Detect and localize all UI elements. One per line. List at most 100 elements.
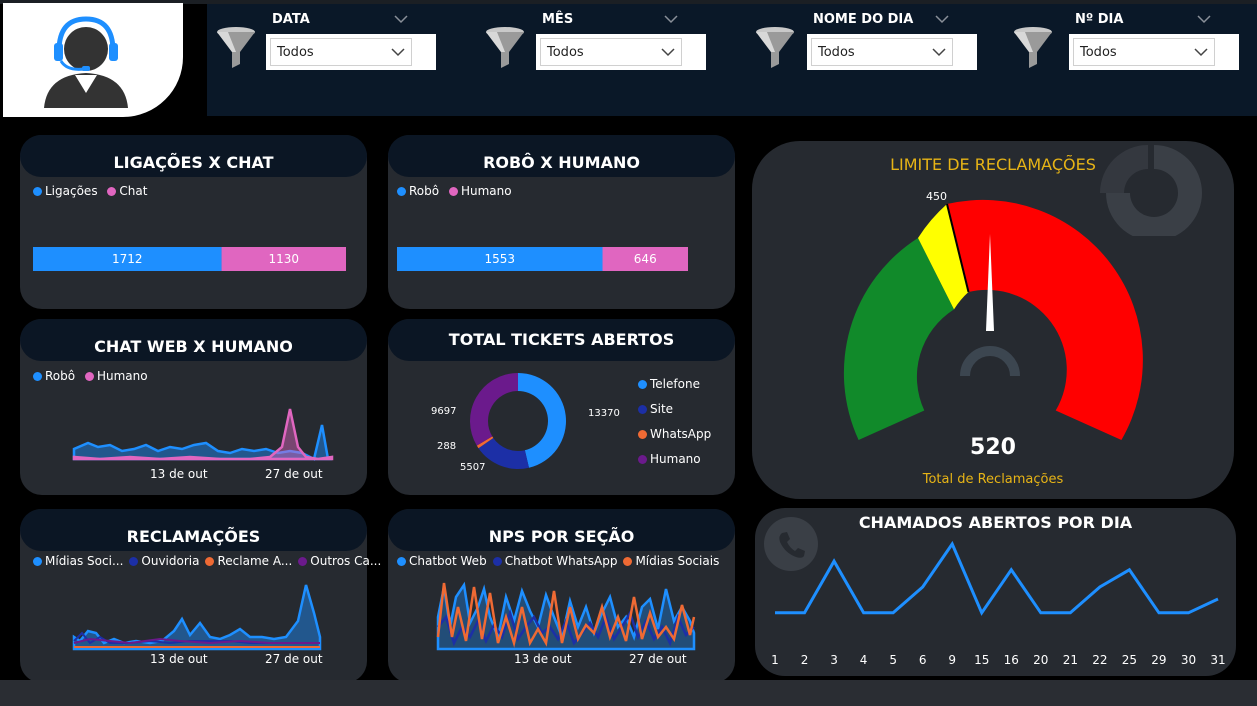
filter-label: NOME DO DIA [813,12,914,27]
area-chart [436,581,696,651]
filter-dropdown[interactable]: Todos [270,38,412,66]
series-line [775,540,1219,616]
card-title: CHAMADOS ABERTOS POR DIA [858,513,1133,532]
chart-legend: Robô Humano [33,369,154,383]
legend-entry: Reclame A... [217,554,293,568]
chevron-down-icon[interactable] [394,14,408,24]
filter-slicer-3: Nº DIA Todos [1069,12,1239,72]
x-tick-label: 4 [860,653,868,667]
legend-marker [205,557,215,566]
legend-marker [638,455,647,464]
legend-entry: Chatbot Web [409,554,487,568]
chart-legend: Mídias Soci... Ouvidoria Reclame A... Outro… [33,554,387,568]
filter-label: MÊS [542,12,574,27]
legend-entry: Robô [45,369,76,383]
x-tick-label: 15 [974,653,989,667]
x-tick-label: 6 [919,653,927,667]
x-tick-label: 27 de out [265,652,323,666]
legend-marker [129,557,139,566]
chevron-down-icon[interactable] [935,14,949,24]
gauge-value: 520 [970,435,1016,460]
limite-reclamacoes-card: LIMITE DE RECLAMAÇÕES 450 520 Total de R… [752,141,1234,499]
support-agent-icon [44,16,128,108]
card-title: LIGAÇÕES X CHAT [20,135,367,177]
chevron-down-icon [391,48,405,57]
robo-humano-card: ROBÔ X HUMANO Robô Humano 1553 646 [388,135,735,309]
legend-entry: Chat [119,184,148,198]
legend-entry: Humano [650,452,701,466]
legend-marker [298,557,308,566]
legend-marker [492,557,502,566]
x-tick-label: 21 [1063,653,1078,667]
bar-data-label: 1130 [269,252,300,266]
x-tick-label: 13 de out [150,467,208,481]
card-title: RECLAMAÇÕES [20,509,367,551]
legend-entry: Mídias Soci... [45,554,124,568]
area-chart [72,408,334,461]
ligacoes-chat-card: LIGAÇÕES X CHAT Ligações Chat 1712 1130 [20,135,367,309]
legend-entry: Humano [96,369,148,383]
filter-dropdown-panel: Todos [536,34,706,70]
x-tick-label: 9 [948,653,956,667]
chevron-down-icon [661,48,675,57]
nps-card: NPS POR SEÇÃO Chatbot Web Chatbot WhatsAp… [388,509,735,683]
filter-funnel-icon [756,27,794,68]
legend-entry: WhatsApp [650,427,712,441]
filter-slicer-2: NOME DO DIA Todos [807,12,977,72]
filter-dropdown[interactable]: Todos [811,38,953,66]
legend-entry: Robô [409,184,440,198]
filter-value: Todos [818,45,855,60]
legend-marker [623,557,633,566]
filter-dropdown[interactable]: Todos [1073,38,1215,66]
donut-data-label: 9697 [431,406,456,417]
filter-funnel-icon [217,27,255,68]
x-tick-label: 2 [801,653,809,667]
x-tick-label: 3 [830,653,838,667]
filter-value: Todos [1080,45,1117,60]
chart-legend: Chatbot Web Chatbot WhatsApp Mídias Sociai… [397,554,725,568]
legend-entry: Telefone [650,377,700,391]
legend-marker [397,187,406,196]
card-title: ROBÔ X HUMANO [388,135,735,177]
stacked-bar-chart: 1553 646 [397,247,688,271]
line-chart: 1 2 3 4 5 6 9 15 16 20 21 22 25 29 30 31 [771,540,1226,667]
donut-data-label: 13370 [588,408,620,419]
gauge-title: LIMITE DE RECLAMAÇÕES [890,155,1096,174]
chevron-down-icon[interactable] [664,14,678,24]
x-tick-label: 25 [1122,653,1137,667]
gauge-value-label: Total de Reclamações [922,472,1064,487]
x-tick-label: 13 de out [150,652,208,666]
x-tick-label: 16 [1004,653,1019,667]
x-tick-label: 1 [771,653,779,667]
filter-dropdown[interactable]: Todos [540,38,682,66]
donut-data-label: 288 [437,441,456,452]
gauge-segment-red [947,199,1143,440]
filter-funnel-icon [1014,27,1052,68]
filter-label: DATA [272,12,310,27]
filter-dropdown-panel: Todos [807,34,977,70]
legend-marker [33,557,42,566]
chatweb-humano-card: CHAT WEB X HUMANO Robô Humano 13 de out … [20,319,367,495]
filter-label: Nº DIA [1075,12,1124,27]
gauge-hub [960,346,1020,377]
donut-slice[interactable] [470,373,518,446]
filter-slicer-1: MÊS Todos [536,12,706,72]
x-tick-label: 20 [1033,653,1048,667]
x-tick-label: 27 de out [629,652,687,666]
filter-dropdown-panel: Todos [1069,34,1239,70]
legend-entry: Mídias Sociais [635,554,720,568]
legend-entry: Humano [460,184,512,198]
x-tick-label: 31 [1210,653,1225,667]
legend-entry: Outros Ca... [310,554,382,568]
card-title: TOTAL TICKETS ABERTOS [388,319,735,361]
bar-data-label: 1712 [112,252,143,266]
legend-entry: Ligações [45,184,98,198]
chamados-card: CHAMADOS ABERTOS POR DIA 1 2 3 4 5 6 9 15 16 20 21… [755,508,1236,676]
x-tick-label: 22 [1092,653,1107,667]
chevron-down-icon[interactable] [1197,14,1211,24]
filter-dropdown-panel: Todos [266,34,436,70]
x-tick-label: 5 [889,653,897,667]
filter-value: Todos [547,45,584,60]
gauge-chart [843,199,1143,440]
logo-panel [3,3,183,117]
